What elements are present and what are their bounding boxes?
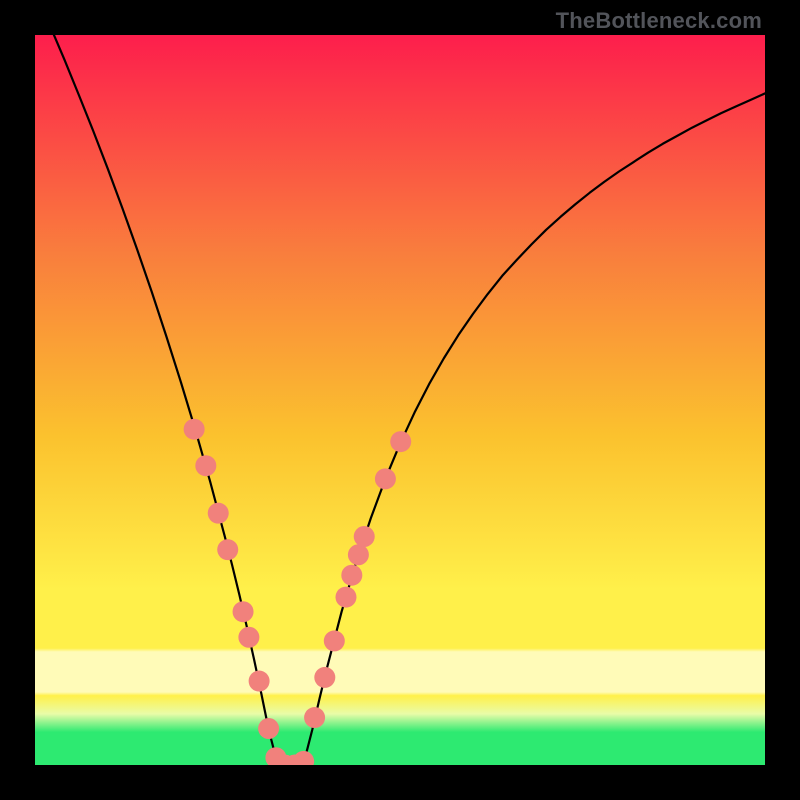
chart-frame: TheBottleneck.com: [0, 0, 800, 800]
watermark-text: TheBottleneck.com: [556, 8, 762, 34]
bottleneck-curve-chart: [35, 35, 765, 765]
plot-area: [35, 35, 765, 765]
